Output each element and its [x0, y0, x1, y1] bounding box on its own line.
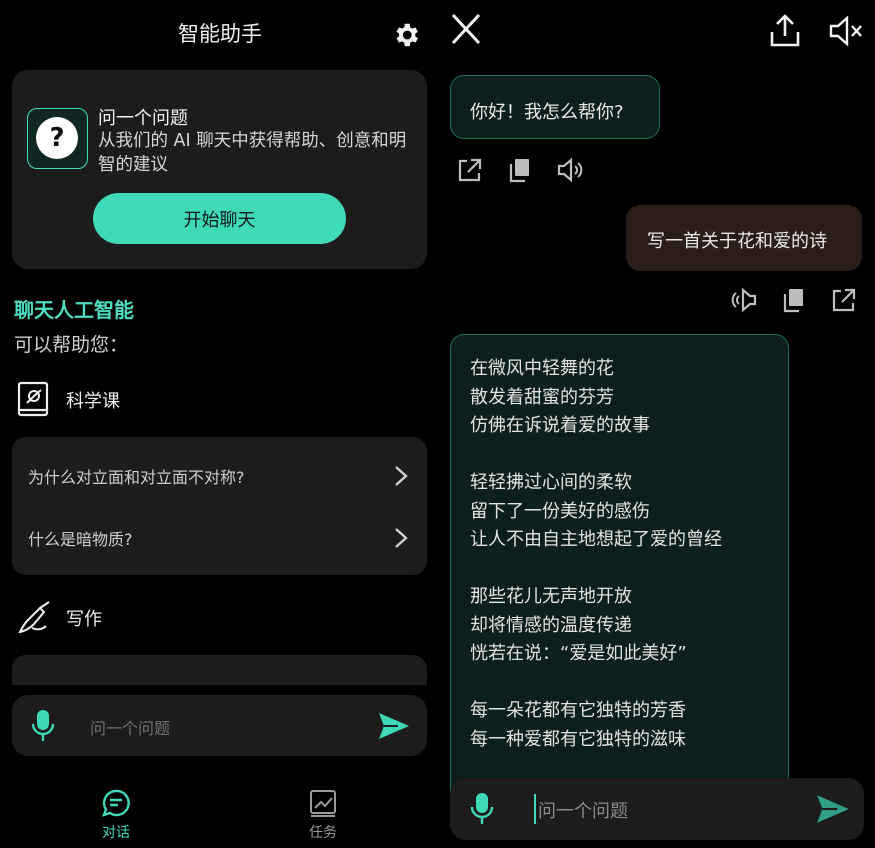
list-item[interactable]: 为什么对立面和对立面不对称?: [12, 451, 427, 501]
poem-line: 那些花儿无声地开放: [470, 586, 632, 607]
poem-line: 恍若在说：“爱是如此美好”: [470, 643, 687, 664]
ask-question-card: ? 问一个问题 从我们的 AI 聊天中获得帮助、创意和明智的建议 开始聊天: [12, 70, 427, 269]
microphone-icon[interactable]: [469, 792, 495, 826]
mute-icon[interactable]: [828, 14, 864, 48]
copy-icon[interactable]: [506, 156, 534, 184]
chat-panel: 你好！我怎么帮你? 写一首关于花和爱的诗 在微风中轻舞的花 散发着甜蜜的芬芳 仿…: [440, 0, 875, 848]
user-message-bubble: 写一首关于花和爱的诗: [626, 205, 862, 271]
poem-text: 在微风中轻舞的花 散发着甜蜜的芬芳仿佛在诉说着爱的故事 轻轻拂过心间的柔软 留下了一…: [470, 355, 722, 754]
poem-line: 却将情感的温度传递: [470, 614, 632, 636]
science-book-icon: [17, 381, 49, 417]
poem-line: [470, 441, 722, 470]
open-external-icon[interactable]: [456, 156, 484, 184]
poem-line: 在微风中轻舞的花: [470, 358, 614, 379]
chat-input[interactable]: 问一个问题: [538, 797, 628, 823]
poem-line: 每一朵花都有它独特的芳香: [470, 700, 686, 721]
category-label: 科学课: [66, 391, 120, 412]
ai-message-bubble: 你好！我怎么帮你?: [450, 75, 660, 139]
category-writing[interactable]: 写作: [14, 598, 102, 638]
poem-line: [470, 555, 722, 584]
message-text: 写一首关于花和爱的诗: [647, 231, 827, 252]
writing-question-list: [12, 655, 427, 685]
microphone-icon[interactable]: [30, 709, 56, 743]
open-external-icon[interactable]: [830, 286, 858, 314]
user-message-actions: [730, 286, 858, 314]
text-caret: [534, 794, 536, 824]
home-panel: 智能助手 ? 问一个问题 从我们的 AI 聊天中获得帮助、创意和明智的建议 开始…: [0, 0, 440, 848]
writing-hand-icon: [18, 601, 50, 634]
question-text: 为什么对立面和对立面不对称?: [28, 468, 245, 487]
tab-tasks[interactable]: 任务: [283, 788, 363, 842]
poem-line: [470, 669, 722, 698]
gear-icon[interactable]: [391, 20, 421, 50]
poem-line: 轻轻拂过心间的柔软: [470, 472, 632, 493]
start-chat-button[interactable]: 开始聊天: [93, 193, 346, 244]
section-subtitle: 可以帮助您：: [14, 334, 129, 356]
chat-icon: [102, 789, 130, 817]
chevron-right-icon: [395, 466, 408, 486]
poem-line: 让人不由自主地想起了爱的曾经: [470, 529, 722, 550]
question-icon: ?: [27, 108, 88, 169]
ask-card-title: 问一个问题: [98, 108, 188, 129]
question-text: 什么是暗物质?: [28, 530, 133, 549]
list-item[interactable]: 什么是暗物质?: [12, 513, 427, 563]
ask-card-description: 从我们的 AI 聊天中获得帮助、创意和明智的建议: [98, 131, 407, 175]
message-text: 你好！我怎么帮你?: [470, 102, 624, 123]
speaker-icon[interactable]: [730, 286, 758, 314]
question-input[interactable]: 问一个问题: [90, 715, 170, 739]
poem-line: 仿佛在诉说着爱的故事: [470, 415, 650, 436]
question-input-bar: 问一个问题: [12, 695, 427, 756]
page-title: 智能助手: [178, 22, 262, 46]
tab-label: 对话: [102, 825, 130, 841]
send-icon[interactable]: [377, 709, 411, 743]
share-icon[interactable]: [768, 14, 802, 48]
poem-line: 每一种爱都有它独特的滋味: [470, 728, 686, 750]
close-icon[interactable]: [450, 12, 482, 46]
tab-label: 任务: [309, 825, 337, 841]
section-title: 聊天人工智能: [14, 298, 134, 322]
chat-input-bar: 问一个问题: [450, 778, 864, 840]
speaker-icon[interactable]: [556, 156, 584, 184]
poem-line: 留下了一份美好的感伤: [470, 500, 650, 522]
ai-poem-bubble: 在微风中轻舞的花 散发着甜蜜的芬芳仿佛在诉说着爱的故事 轻轻拂过心间的柔软 留下了一…: [450, 334, 789, 834]
category-science[interactable]: 科学课: [14, 380, 120, 420]
category-label: 写作: [66, 609, 102, 630]
chevron-right-icon: [395, 528, 408, 548]
tab-chat[interactable]: 对话: [76, 788, 156, 842]
poem-line: 散发着甜蜜的芬芳: [470, 386, 614, 408]
ai-message-actions: [456, 156, 584, 184]
copy-icon[interactable]: [780, 286, 808, 314]
science-question-list: 为什么对立面和对立面不对称? 什么是暗物质?: [12, 437, 427, 575]
chart-icon: [310, 790, 336, 817]
send-icon[interactable]: [815, 791, 851, 827]
